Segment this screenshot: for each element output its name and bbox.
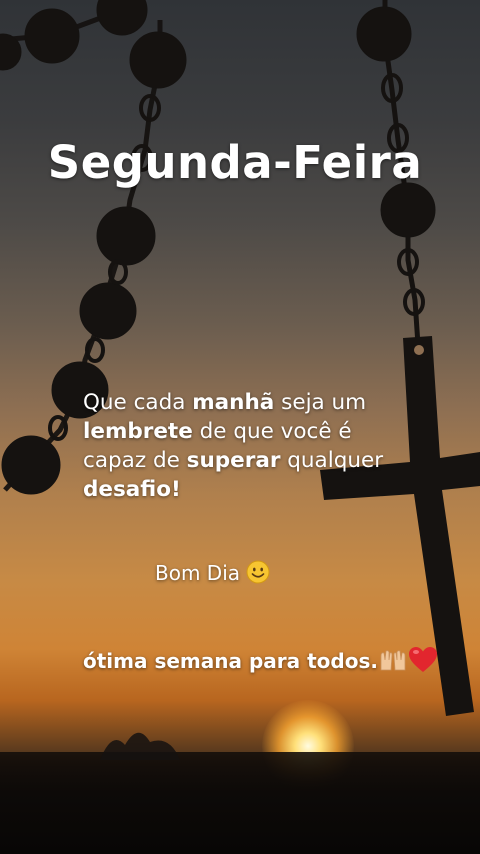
message-text: qualquer xyxy=(280,448,384,473)
greeting-text: Bom Dia xyxy=(155,561,241,585)
greeting-line: Bom Dia xyxy=(155,560,270,589)
closing-line: ótima semana para todos. xyxy=(83,646,438,679)
day-title: Segunda-Feira xyxy=(47,136,423,189)
smiling-face-icon xyxy=(246,560,270,589)
motivational-message: Que cada manhã seja um lembrete de que v… xyxy=(83,388,413,504)
message-text: Que cada xyxy=(83,390,193,415)
message-emphasis: desafio! xyxy=(83,477,181,502)
message-emphasis: lembrete xyxy=(83,419,193,444)
closing-text: ótima semana para todos. xyxy=(83,649,378,673)
message-emphasis: superar xyxy=(186,448,281,473)
message-emphasis: manhã xyxy=(192,390,275,415)
raised-hands-icon xyxy=(378,648,408,677)
red-heart-icon xyxy=(408,646,438,679)
message-text: seja um xyxy=(274,390,367,415)
